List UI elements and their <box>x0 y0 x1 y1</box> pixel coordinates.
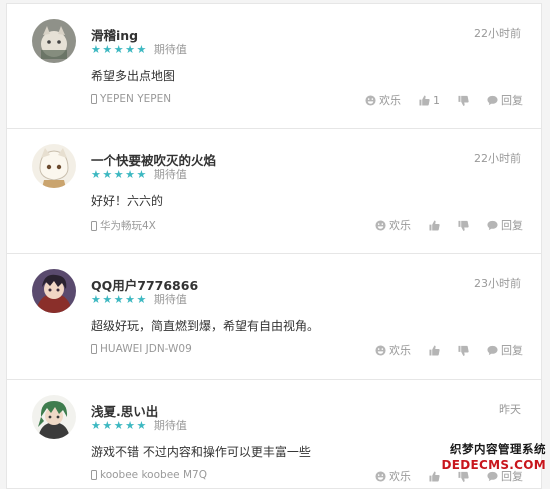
rating-label: 期待值 <box>153 168 187 181</box>
phone-icon <box>91 344 97 354</box>
device-name: 华为畅玩4X <box>100 220 156 232</box>
star-icon: ★ <box>136 43 147 56</box>
username[interactable]: 滑稽ing <box>91 25 138 44</box>
device-info: 华为畅玩4X <box>91 218 156 233</box>
comment-card: QQ用户7776866 23小时前 ★ ★ ★ ★ ★ 期待值 超级好玩，简直燃… <box>6 253 542 380</box>
comment-card: 一个快要被吹灭的火焰 22小时前 ★ ★ ★ ★ ★ 期待值 好好！六六的 华为… <box>6 128 542 254</box>
star-icon: ★ <box>125 419 135 432</box>
star-icon: ★ <box>91 43 101 56</box>
comment-actions: 欢乐 回复 <box>357 342 523 358</box>
like-button[interactable] <box>429 345 440 356</box>
dislike-button[interactable] <box>458 345 469 356</box>
thumbs-down-icon <box>458 95 469 106</box>
comment-text: 游戏不错 不过内容和操作可以更丰富一些 <box>91 445 311 459</box>
comment-card: 滑稽ing 22小时前 ★ ★ ★ ★ ★ 期待值 希望多出点地图 YEPEN … <box>6 3 542 129</box>
comment-feed: 滑稽ing 22小时前 ★ ★ ★ ★ ★ 期待值 希望多出点地图 YEPEN … <box>6 0 542 489</box>
happy-button[interactable]: 欢乐 <box>375 342 411 358</box>
star-icon: ★ <box>102 43 113 56</box>
smile-icon <box>375 219 386 231</box>
thumbs-down-icon <box>458 345 469 356</box>
star-icon: ★ <box>136 419 147 432</box>
device-name: HUAWEI JDN-W09 <box>100 343 192 355</box>
happy-button[interactable]: 欢乐 <box>375 217 411 233</box>
smile-icon <box>375 470 386 482</box>
speech-bubble-icon <box>487 95 498 105</box>
star-icon: ★ <box>113 293 124 306</box>
happy-button[interactable]: 欢乐 <box>375 468 411 484</box>
username[interactable]: QQ用户7776866 <box>91 275 198 294</box>
dislike-button[interactable] <box>458 95 469 106</box>
star-icon: ★ <box>136 168 147 181</box>
like-button[interactable]: 1 <box>419 94 440 107</box>
comment-text: 希望多出点地图 <box>91 69 176 83</box>
user-avatar[interactable] <box>32 144 76 188</box>
star-icon: ★ <box>91 419 101 432</box>
star-rating: ★ ★ ★ ★ ★ 期待值 <box>91 43 187 57</box>
watermark-en: DEDECMS.COM <box>441 458 546 472</box>
star-rating: ★ ★ ★ ★ ★ 期待值 <box>91 293 187 307</box>
rating-label: 期待值 <box>153 419 187 432</box>
device-info: YEPEN YEPEN <box>91 93 171 105</box>
device-name: YEPEN YEPEN <box>100 93 172 105</box>
thumbs-up-icon <box>419 95 430 106</box>
reply-button[interactable]: 回复 <box>487 92 523 108</box>
star-rating: ★ ★ ★ ★ ★ 期待值 <box>91 419 187 433</box>
happy-button[interactable]: 欢乐 <box>365 92 401 108</box>
star-icon: ★ <box>113 168 124 181</box>
user-avatar[interactable] <box>32 395 76 439</box>
star-icon: ★ <box>102 293 113 306</box>
speech-bubble-icon <box>487 345 498 355</box>
thumbs-up-icon <box>429 345 440 356</box>
star-icon: ★ <box>113 419 124 432</box>
star-icon: ★ <box>102 168 113 181</box>
star-icon: ★ <box>125 168 135 181</box>
device-info: HUAWEI JDN-W09 <box>91 343 192 355</box>
star-icon: ★ <box>91 293 101 306</box>
thumbs-down-icon <box>458 220 469 231</box>
comment-actions: 欢乐 1 回复 <box>347 92 523 108</box>
star-icon: ★ <box>136 293 147 306</box>
timestamp: 22小时前 <box>474 27 521 40</box>
comment-text: 好好！六六的 <box>91 194 164 208</box>
like-button[interactable] <box>429 220 440 231</box>
dislike-button[interactable] <box>458 220 469 231</box>
phone-icon <box>91 220 97 231</box>
timestamp: 昨天 <box>499 403 521 416</box>
star-rating: ★ ★ ★ ★ ★ 期待值 <box>91 168 187 182</box>
star-icon: ★ <box>102 419 113 432</box>
smile-icon <box>365 94 376 106</box>
star-icon: ★ <box>125 43 135 56</box>
phone-icon <box>91 470 97 480</box>
username[interactable]: 一个快要被吹灭的火焰 <box>91 150 216 169</box>
reply-button[interactable]: 回复 <box>487 217 523 233</box>
rating-label: 期待值 <box>153 43 187 56</box>
speech-bubble-icon <box>487 220 498 230</box>
watermark-cn: 织梦内容管理系统 <box>450 442 546 456</box>
reply-button[interactable]: 回复 <box>487 342 523 358</box>
thumbs-up-icon <box>429 220 440 231</box>
smile-icon <box>375 344 386 356</box>
timestamp: 22小时前 <box>474 152 521 165</box>
phone-icon <box>91 94 97 104</box>
star-icon: ★ <box>91 168 101 181</box>
watermark: 织梦内容管理系统 DEDECMS.COM <box>434 441 546 477</box>
device-name: koobee koobee M7Q <box>100 469 207 481</box>
comment-text: 超级好玩，简直燃到爆，希望有自由视角。 <box>91 319 320 333</box>
device-info: koobee koobee M7Q <box>91 469 207 481</box>
timestamp: 23小时前 <box>474 277 521 290</box>
star-icon: ★ <box>125 293 135 306</box>
username[interactable]: 浅夏.思い出 <box>91 401 158 420</box>
star-icon: ★ <box>113 43 124 56</box>
comment-actions: 欢乐 回复 <box>357 217 523 233</box>
user-avatar[interactable] <box>32 269 76 313</box>
rating-label: 期待值 <box>153 293 187 306</box>
user-avatar[interactable] <box>32 19 76 63</box>
